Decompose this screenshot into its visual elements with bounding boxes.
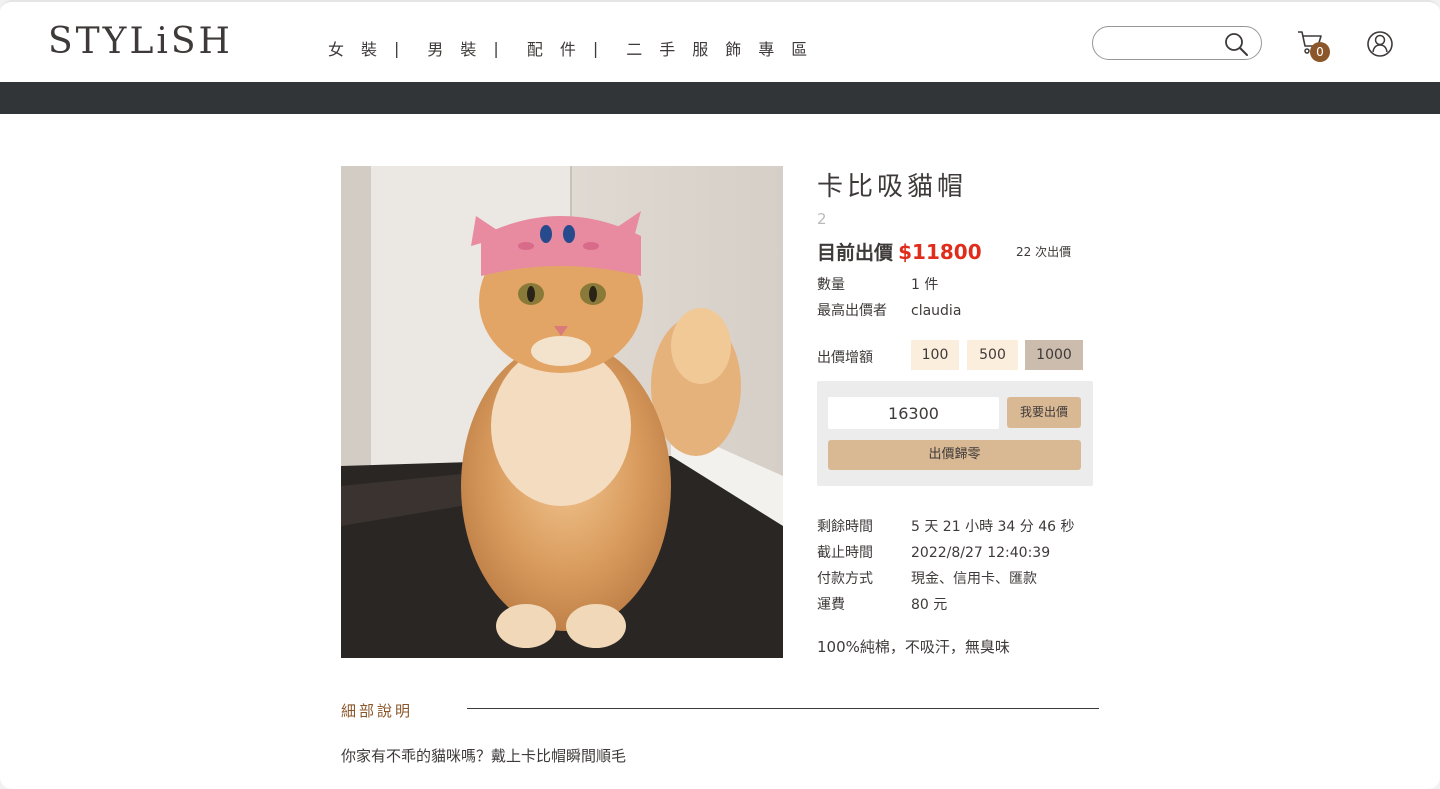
increment-label: 出價增額 (817, 350, 873, 366)
remaining-time-value: 5 天 21 小時 34 分 46 秒 (911, 519, 1075, 535)
shipping-row: 運費 80 元 (817, 594, 947, 614)
nav-separator: | (493, 38, 499, 58)
remaining-time-label: 剩餘時間 (817, 519, 873, 535)
deadline-row: 截止時間 2022/8/27 12:40:39 (817, 542, 1050, 562)
bid-amount-input[interactable] (828, 397, 999, 429)
member-icon (1367, 31, 1393, 57)
search-icon[interactable] (1223, 31, 1249, 57)
cat-photo-illustration (341, 166, 783, 658)
payment-value: 現金、信用卡、匯款 (911, 571, 1037, 587)
nav-item-secondhand[interactable]: 二手服飾專區 (626, 36, 824, 60)
nav-separator: | (394, 38, 400, 58)
quantity-label: 數量 (817, 277, 845, 293)
nav-item-women[interactable]: 女裝 (328, 36, 394, 60)
cart-button[interactable]: 0 (1296, 28, 1332, 64)
deadline-label: 截止時間 (817, 545, 873, 561)
product-title: 卡比吸貓帽 (817, 172, 968, 202)
shipping-value: 80 元 (911, 597, 948, 613)
top-bidder-row: 最高出價者 claudia (817, 300, 961, 320)
increment-100-button[interactable]: 100 (911, 340, 959, 370)
payment-row: 付款方式 現金、信用卡、匯款 (817, 568, 1037, 588)
details-text: 你家有不乖的貓咪嗎？戴上卡比帽瞬間順毛 (341, 747, 627, 765)
shipping-label: 運費 (817, 597, 845, 613)
remaining-time-row: 剩餘時間 5 天 21 小時 34 分 46 秒 (817, 516, 1075, 536)
nav-item-accessories[interactable]: 配件 (527, 36, 593, 60)
member-button[interactable] (1364, 28, 1396, 60)
place-bid-button[interactable]: 我要出價 (1007, 397, 1081, 428)
quantity-row: 數量 1 件 (817, 274, 938, 294)
nav-separator: | (592, 38, 599, 58)
top-bidder-label: 最高出價者 (817, 303, 887, 319)
details-title: 細部說明 (341, 702, 414, 720)
current-price-label: 目前出價 (817, 242, 894, 264)
reset-bid-button[interactable]: 出價歸零 (828, 440, 1081, 470)
top-bidder-value: claudia (911, 303, 962, 319)
payment-label: 付款方式 (817, 571, 873, 587)
main-nav: 女裝 | 男裝 | 配件 | 二手服飾專區 (328, 36, 824, 60)
nav-item-men[interactable]: 男裝 (427, 36, 493, 60)
current-price-row: 目前出價 $11800 (817, 238, 982, 265)
bid-panel: 我要出價 出價歸零 (817, 381, 1093, 486)
header-bar (0, 82, 1440, 114)
product-id: 2 (817, 210, 827, 228)
quantity-value: 1 件 (911, 277, 939, 293)
details-divider (467, 708, 1099, 709)
search-box (1092, 26, 1262, 60)
deadline-value: 2022/8/27 12:40:39 (911, 545, 1051, 561)
site-header: STYLiSH 女裝 | 男裝 | 配件 | 二手服飾專區 0 (0, 2, 1440, 82)
bid-count: 22 次出價 (1016, 245, 1072, 259)
search-input[interactable] (1105, 33, 1225, 55)
logo[interactable]: STYLiSH (48, 22, 233, 62)
product-image (341, 166, 783, 658)
product-description: 100%純棉，不吸汗，無臭味 (817, 638, 1010, 656)
page: STYLiSH 女裝 | 男裝 | 配件 | 二手服飾專區 0 卡比吸貓帽 2 … (0, 0, 1440, 789)
increment-1000-button[interactable]: 1000 (1025, 340, 1083, 370)
cart-count-badge: 0 (1310, 42, 1330, 62)
current-price-value: $11800 (898, 240, 982, 264)
increment-500-button[interactable]: 500 (967, 340, 1018, 370)
